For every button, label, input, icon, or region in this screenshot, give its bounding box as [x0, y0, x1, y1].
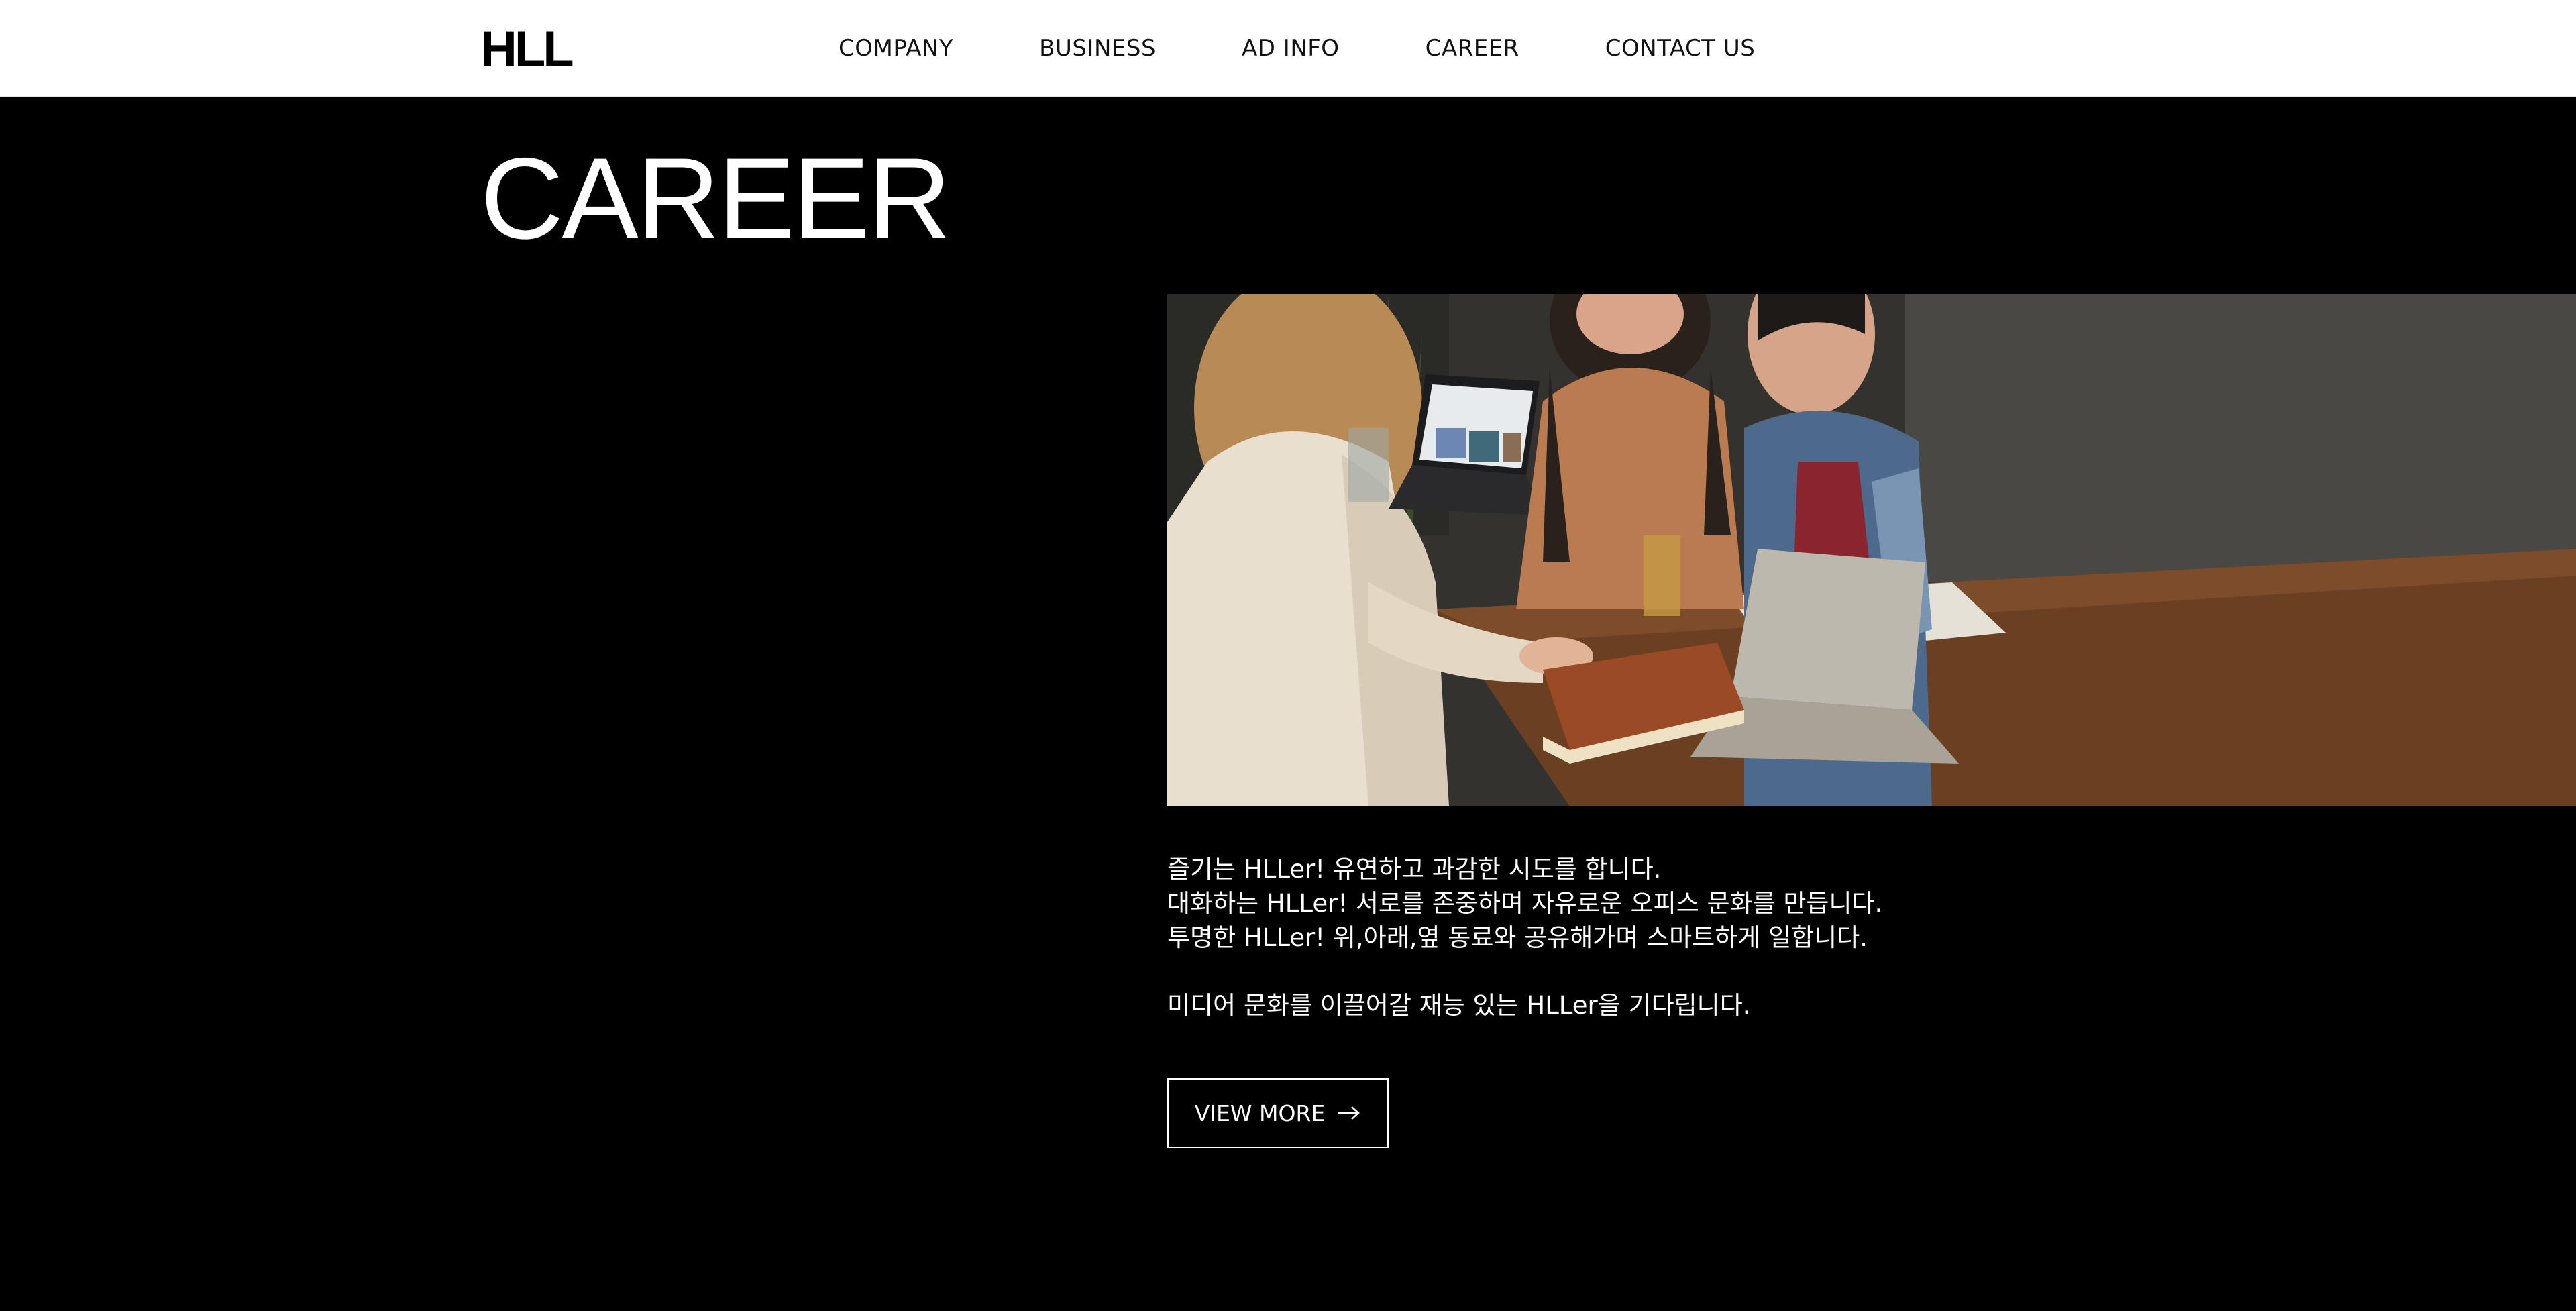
nav-item-business[interactable]: BUSINESS	[1039, 35, 1156, 62]
description-line: 투명한 HLLer! 위,아래,옆 동료와 공유해가며 스마트하게 일합니다.	[1167, 923, 1868, 952]
site-logo[interactable]: HLL	[480, 24, 574, 75]
team-meeting-illustration	[1167, 294, 2576, 806]
main-nav: COMPANY BUSINESS AD INFO CAREER CONTACT …	[839, 0, 1755, 96]
view-more-button[interactable]: VIEW MORE	[1167, 1078, 1389, 1148]
description-line: 대화하는 HLLer! 서로를 존중하며 자유로운 오피스 문화를 만듭니다.	[1167, 889, 1883, 918]
nav-item-contact-us[interactable]: CONTACT US	[1605, 35, 1756, 62]
nav-item-career[interactable]: CAREER	[1426, 35, 1519, 62]
view-more-label: VIEW MORE	[1194, 1100, 1326, 1126]
team-meeting-photo	[1167, 294, 2576, 806]
arrow-right-icon	[1338, 1106, 1360, 1120]
career-description: 즐기는 HLLer! 유연하고 과감한 시도를 합니다. 대화하는 HLLer!…	[1167, 852, 1882, 1022]
page-title: CAREER	[480, 134, 951, 263]
description-line: 즐기는 HLLer! 유연하고 과감한 시도를 합니다.	[1167, 855, 1662, 884]
site-header: HLL COMPANY BUSINESS AD INFO CAREER CONT…	[0, 0, 2576, 97]
nav-item-company[interactable]: COMPANY	[839, 35, 953, 62]
description-closing: 미디어 문화를 이끌어갈 재능 있는 HLLer을 기다립니다.	[1167, 991, 1751, 1020]
nav-item-ad-info[interactable]: AD INFO	[1242, 35, 1340, 62]
